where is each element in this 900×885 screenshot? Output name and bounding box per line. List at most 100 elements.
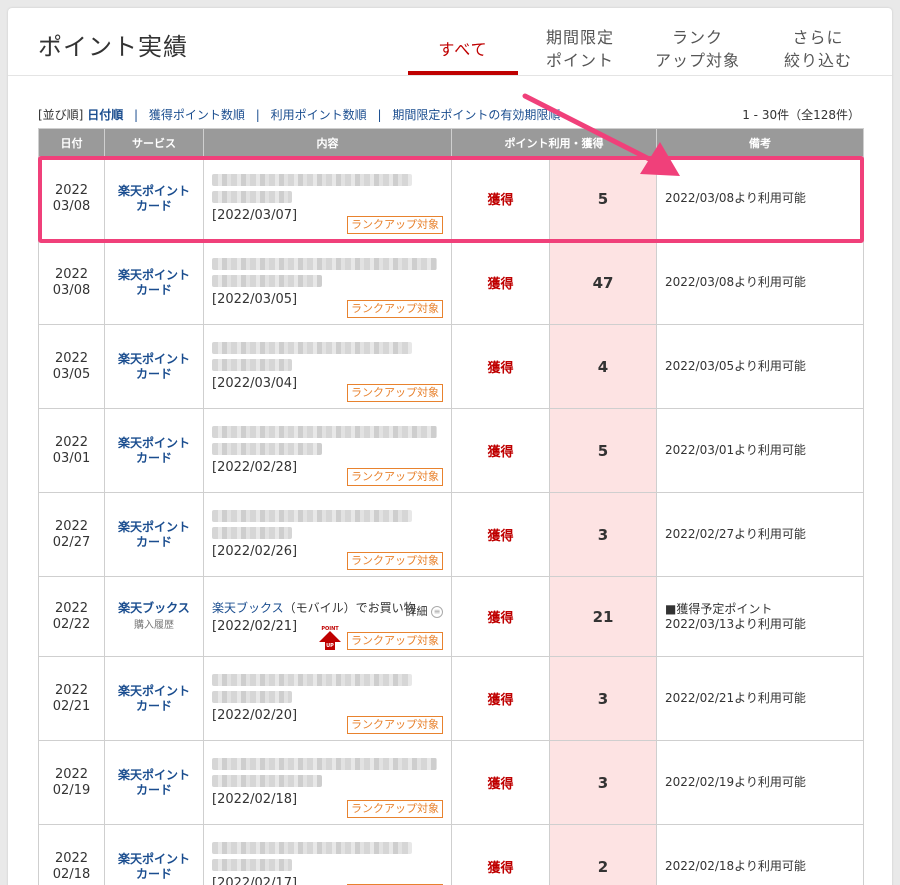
row-service: 楽天ポイント カード bbox=[104, 656, 204, 741]
row-note: ■獲得予定ポイント 2022/03/13より利用可能 bbox=[656, 576, 864, 657]
row-service: 楽天ポイント カード bbox=[104, 324, 204, 409]
row-content: [2022/02/28] ランクアップ対象 bbox=[203, 408, 452, 493]
row-monthday: 02/19 bbox=[52, 782, 91, 798]
active-tab-indicator bbox=[408, 71, 518, 75]
row-date: 2022 02/27 bbox=[38, 492, 105, 577]
col-content: 内容 bbox=[203, 128, 452, 157]
row-note: 2022/02/19より利用可能 bbox=[656, 740, 864, 825]
row-service: 楽天ポイント カード bbox=[104, 408, 204, 493]
row-monthday: 03/05 bbox=[52, 366, 91, 382]
service-link[interactable]: 楽天ポイント カード bbox=[118, 520, 190, 549]
row-date: 2022 02/22 bbox=[38, 576, 105, 657]
table-row: 2022 03/08 楽天ポイント カード [2022/03/07] ランクアップ対象獲… bbox=[38, 156, 864, 241]
row-year: 2022 bbox=[54, 518, 89, 534]
row-type: 獲得 bbox=[451, 824, 550, 885]
blurred-content bbox=[212, 842, 412, 854]
tab-all[interactable]: すべて bbox=[408, 38, 518, 61]
row-content: [2022/03/04] ランクアップ対象 bbox=[203, 324, 452, 409]
svg-text:UP: UP bbox=[326, 643, 334, 649]
row-points: 5 bbox=[549, 408, 657, 493]
service-link[interactable]: 楽天ポイント カード bbox=[118, 268, 190, 297]
row-monthday: 03/08 bbox=[52, 198, 91, 214]
sort-expiry[interactable]: 期間限定ポイントの有効期限順 bbox=[392, 108, 560, 122]
detail-link[interactable]: 詳細 ≡ bbox=[406, 603, 443, 619]
blurred-content bbox=[212, 342, 412, 354]
purchase-history-link[interactable]: 購入履歴 bbox=[105, 618, 203, 633]
row-points: 21 bbox=[549, 576, 657, 657]
row-monthday: 02/22 bbox=[52, 616, 91, 632]
sort-earned[interactable]: 獲得ポイント数順 bbox=[149, 108, 245, 122]
tab-rank-up[interactable]: ランク アップ対象 bbox=[640, 26, 755, 72]
points-table: 日付 サービス 内容 ポイント利用・獲得 備考 2022 03/08 楽天ポイント … bbox=[38, 128, 864, 885]
divider: | bbox=[377, 108, 382, 122]
row-note: 2022/02/18より利用可能 bbox=[656, 824, 864, 885]
service-link[interactable]: 楽天ブックス bbox=[118, 601, 190, 615]
row-year: 2022 bbox=[54, 600, 89, 616]
service-link[interactable]: 楽天ポイント カード bbox=[118, 352, 190, 381]
table-row: 2022 03/05 楽天ポイント カード [2022/03/04] ランクアップ対象獲… bbox=[38, 324, 864, 409]
row-monthday: 02/21 bbox=[52, 698, 91, 714]
row-date: 2022 02/18 bbox=[38, 824, 105, 885]
service-link[interactable]: 楽天ポイント カード bbox=[118, 768, 190, 797]
row-year: 2022 bbox=[54, 766, 89, 782]
divider: | bbox=[255, 108, 260, 122]
row-type: 獲得 bbox=[451, 740, 550, 825]
service-link[interactable]: 楽天ポイント カード bbox=[118, 184, 190, 213]
row-note: 2022/02/21より利用可能 bbox=[656, 656, 864, 741]
row-year: 2022 bbox=[54, 434, 89, 450]
blurred-content bbox=[212, 775, 322, 787]
table-row: 2022 02/19 楽天ポイント カード [2022/02/18] ランクアップ対象獲… bbox=[38, 740, 864, 825]
col-note: 備考 bbox=[656, 128, 864, 157]
row-date: 2022 03/01 bbox=[38, 408, 105, 493]
tab-limited-points[interactable]: 期間限定 ポイント bbox=[530, 26, 630, 72]
row-monthday: 02/18 bbox=[52, 866, 91, 882]
service-link[interactable]: 楽天ポイント カード bbox=[118, 436, 190, 465]
point-up-icon: POINT UP bbox=[319, 626, 341, 650]
row-note: 2022/03/01より利用可能 bbox=[656, 408, 864, 493]
tab-filter[interactable]: さらに 絞り込む bbox=[768, 26, 868, 72]
rank-up-badge: ランクアップ対象 bbox=[347, 552, 443, 570]
sort-used[interactable]: 利用ポイント数順 bbox=[271, 108, 367, 122]
rank-up-badge: ランクアップ対象 bbox=[347, 216, 443, 234]
row-date: 2022 03/05 bbox=[38, 324, 105, 409]
col-service: サービス bbox=[104, 128, 204, 157]
store-link[interactable]: 楽天ブックス bbox=[212, 601, 284, 615]
table-row: 2022 02/22 楽天ブックス 購入履歴 楽天ブックス（モバイル）でお買い物 [202… bbox=[38, 576, 864, 657]
row-note: 2022/03/05より利用可能 bbox=[656, 324, 864, 409]
row-type: 獲得 bbox=[451, 492, 550, 577]
table-row: 2022 03/08 楽天ポイント カード [2022/03/05] ランクアップ対象獲… bbox=[38, 240, 864, 325]
blurred-content bbox=[212, 758, 437, 770]
rank-up-badge: ランクアップ対象 bbox=[347, 468, 443, 486]
blurred-content bbox=[212, 691, 292, 703]
page-title: ポイント実績 bbox=[38, 33, 188, 61]
row-content: [2022/02/20] ランクアップ対象 bbox=[203, 656, 452, 741]
row-monthday: 03/08 bbox=[52, 282, 91, 298]
row-points: 3 bbox=[549, 740, 657, 825]
row-year: 2022 bbox=[54, 182, 89, 198]
sort-date[interactable]: 日付順 bbox=[87, 108, 123, 122]
service-link[interactable]: 楽天ポイント カード bbox=[118, 852, 190, 881]
row-date: 2022 03/08 bbox=[38, 240, 105, 325]
store-suffix: （モバイル）でお買い物 bbox=[283, 601, 416, 615]
row-service: 楽天ポイント カード bbox=[104, 240, 204, 325]
result-count: 1 - 30件（全128件） bbox=[742, 108, 860, 122]
row-type: 獲得 bbox=[451, 156, 550, 241]
blurred-content bbox=[212, 359, 292, 371]
blurred-content bbox=[212, 191, 292, 203]
row-note: 2022/03/08より利用可能 bbox=[656, 240, 864, 325]
rank-up-badge: ランクアップ対象 bbox=[347, 800, 443, 818]
row-points: 47 bbox=[549, 240, 657, 325]
row-service: 楽天ブックス 購入履歴 bbox=[104, 576, 204, 657]
row-points: 3 bbox=[549, 656, 657, 741]
service-link[interactable]: 楽天ポイント カード bbox=[118, 684, 190, 713]
row-content: [2022/02/26] ランクアップ対象 bbox=[203, 492, 452, 577]
blurred-content bbox=[212, 275, 322, 287]
col-points: ポイント利用・獲得 bbox=[451, 128, 657, 157]
rank-up-badge: ランクアップ対象 bbox=[347, 300, 443, 318]
row-date: 2022 02/19 bbox=[38, 740, 105, 825]
blurred-content bbox=[212, 443, 322, 455]
row-note: 2022/03/08より利用可能 bbox=[656, 156, 864, 241]
row-content: [2022/03/07] ランクアップ対象 bbox=[203, 156, 452, 241]
row-service: 楽天ポイント カード bbox=[104, 492, 204, 577]
table-row: 202202/18 楽天ポイント カード [2022/02/17]ランクアップ対象獲… bbox=[38, 824, 864, 885]
